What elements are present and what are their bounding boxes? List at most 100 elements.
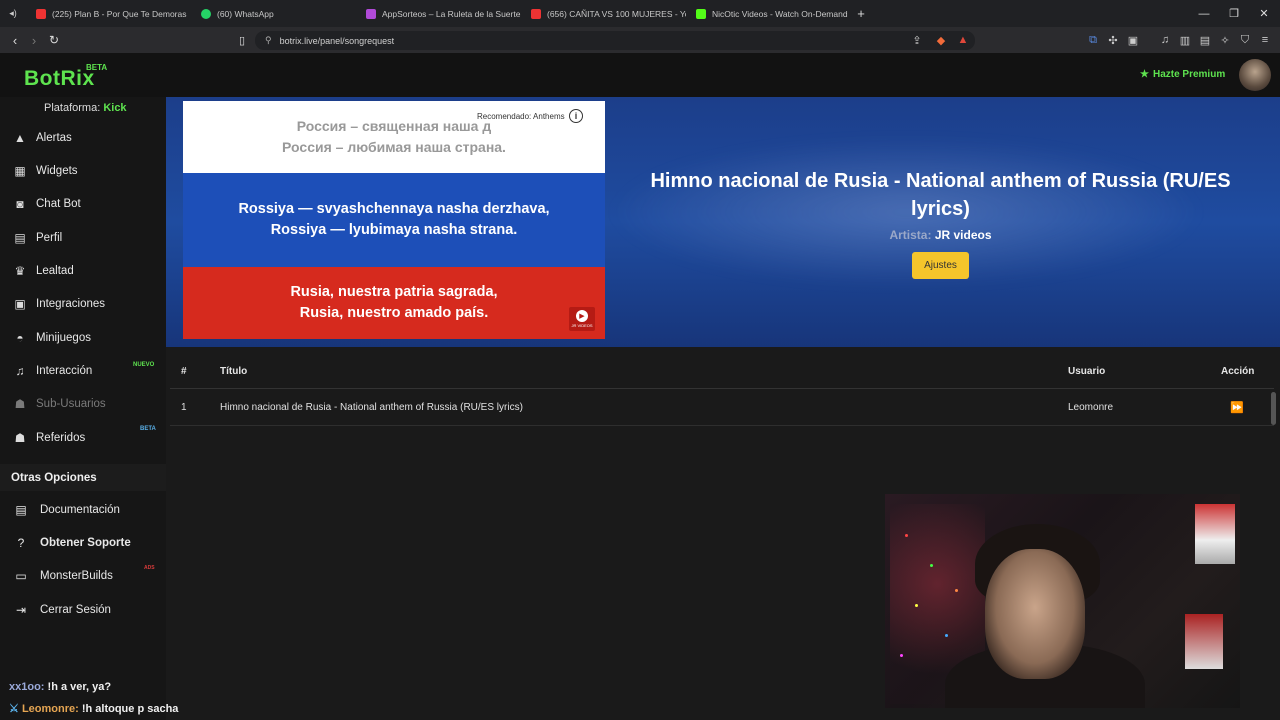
- grid-icon: ▦: [14, 164, 26, 178]
- back-icon[interactable]: ‹: [6, 31, 24, 49]
- column-header-action: Acción: [1221, 366, 1255, 377]
- minimize-icon[interactable]: —: [1188, 0, 1220, 27]
- sidebar-item-documentacion[interactable]: ▤ Documentación: [0, 495, 166, 525]
- url-text: botrix.live/panel/songrequest: [279, 35, 395, 46]
- kick-icon: [696, 8, 706, 19]
- premium-label: Hazte Premium: [1152, 69, 1226, 80]
- sidebar-item-monsterbuilds[interactable]: ▭ MonsterBuilds ADS: [0, 561, 166, 591]
- sidebar-item-label: Referidos: [36, 432, 86, 444]
- artist-label: Artista:: [889, 228, 932, 242]
- browser-tab[interactable]: (225) Plan B - Por Que Te Demoras: [26, 0, 191, 27]
- sidebar: Plataforma: Kick ▲ Alertas ▦ Widgets ◙ C…: [0, 97, 166, 720]
- menu-icon[interactable]: ≡: [1258, 33, 1272, 47]
- tree-light: [930, 564, 933, 567]
- sidebar-item-alertas[interactable]: ▲ Alertas: [0, 123, 166, 153]
- row-user: Leomonre: [1068, 402, 1114, 413]
- sidebar-item-label: Chat Bot: [36, 198, 81, 210]
- tab-label: (60) WhatsApp: [217, 8, 274, 19]
- translate-icon[interactable]: ⧉: [1086, 33, 1100, 47]
- platform-label: Plataforma:: [44, 102, 101, 114]
- sidebar-item-cerrar-sesion[interactable]: ⇥ Cerrar Sesión: [0, 595, 166, 625]
- avatar[interactable]: [1239, 59, 1271, 91]
- reload-icon[interactable]: ↻: [45, 31, 63, 49]
- sidebar-item-referidos[interactable]: ☗ Referidos BETA: [0, 423, 166, 453]
- chat-text: !h altoque p sacha: [81, 703, 179, 715]
- youtube-icon: [531, 8, 541, 19]
- screenshot-icon[interactable]: ▣: [1126, 33, 1140, 47]
- lyrics-line: Rusia, nuestra patria sagrada,: [290, 284, 498, 300]
- tab-label: NicOtic Videos - Watch On-Demand: [712, 8, 848, 19]
- artist-row: Artista: JR videos: [628, 228, 1253, 242]
- channel-watermark: ▶ JR VIDEOS: [569, 307, 595, 331]
- sidebar-item-chat-bot[interactable]: ◙ Chat Bot: [0, 189, 166, 219]
- lyrics-line: Россия – любимая наша страна.: [282, 139, 506, 155]
- header-divider: [170, 388, 1274, 389]
- media-icon[interactable]: ♫: [1158, 33, 1172, 47]
- song-title: Himno nacional de Rusia - National anthe…: [650, 170, 1231, 220]
- robot-icon: ◙: [16, 197, 24, 211]
- wall-poster: [1195, 504, 1235, 564]
- brave-rewards-icon[interactable]: ▲: [956, 33, 970, 47]
- tab-label: AppSorteos – La Ruleta de la Suerte: [382, 8, 521, 19]
- video-player[interactable]: Россия – священная наша д Россия – любим…: [183, 101, 605, 339]
- forward-icon[interactable]: ›: [25, 31, 43, 49]
- share-icon[interactable]: ⇪: [910, 33, 924, 47]
- lyrics-line: Rossiya — lyubimaya nasha strana.: [270, 222, 518, 238]
- url-input[interactable]: ⚲ botrix.live/panel/songrequest: [255, 31, 975, 50]
- browser-tab-active[interactable]: NicOtic Videos - Watch On-Demand: [686, 0, 851, 27]
- sidebar-item-integraciones[interactable]: ▣ Integraciones: [0, 289, 166, 319]
- sidebar-item-minijuegos[interactable]: ◓ Minijuegos: [0, 323, 166, 353]
- sidebar-item-perfil[interactable]: ▤ Perfil: [0, 223, 166, 253]
- user-group-icon: ☗: [14, 431, 26, 445]
- brave-shield-icon[interactable]: ◆: [934, 33, 948, 47]
- settings-button[interactable]: Ajustes: [912, 252, 969, 279]
- vpn-icon[interactable]: ⛉: [1238, 33, 1252, 47]
- address-bar-row: ‹ › ↻ ▯ ⚲ botrix.live/panel/songrequest …: [0, 27, 1280, 53]
- site-info-icon[interactable]: ⚲: [265, 35, 272, 46]
- skip-song-icon[interactable]: ⏩: [1230, 401, 1244, 414]
- browser-tab[interactable]: (656) CAÑITA VS 100 MUJERES - YouTube: [521, 0, 686, 27]
- close-icon[interactable]: ✕: [1248, 0, 1280, 27]
- gamepad-icon: ◓: [16, 331, 24, 345]
- lyrics-line: Rusia, nuestro amado país.: [299, 305, 489, 321]
- sidebar-toggle-icon[interactable]: ▥: [1178, 33, 1192, 47]
- chat-username: Leomonre:: [21, 703, 79, 715]
- appsorteos-icon: [366, 8, 376, 19]
- sidebar-item-widgets[interactable]: ▦ Widgets: [0, 156, 166, 186]
- sidebar-item-label: Documentación: [40, 504, 120, 516]
- row-number: 1: [181, 402, 187, 413]
- sidebar-item-label: Integraciones: [36, 298, 106, 310]
- other-options-heading: Otras Opciones: [0, 464, 166, 491]
- botrix-logo[interactable]: BotRix: [24, 67, 95, 91]
- sidebar-item-obtener-soporte[interactable]: ? Obtener Soporte: [0, 528, 166, 558]
- platform-indicator: Plataforma: Kick: [44, 102, 127, 114]
- tree-light: [955, 589, 958, 592]
- maximize-icon[interactable]: ❐: [1218, 0, 1250, 27]
- scrollbar[interactable]: [1271, 392, 1276, 425]
- tab-audio-button[interactable]: ◂): [0, 0, 26, 27]
- wallet-icon[interactable]: ▤: [1198, 33, 1212, 47]
- column-header-title: Título: [220, 366, 248, 377]
- info-icon[interactable]: i: [569, 109, 583, 123]
- youtube-icon: [36, 8, 46, 19]
- sidebar-item-label: MonsterBuilds: [40, 570, 113, 582]
- channel-watermark-text: JR VIDEOS: [571, 323, 593, 328]
- premium-link[interactable]: ★ Hazte Premium: [1140, 69, 1225, 80]
- browser-tab[interactable]: AppSorteos – La Ruleta de la Suerte: [356, 0, 521, 27]
- new-tab-button[interactable]: +: [851, 0, 871, 27]
- tree-light: [915, 604, 918, 607]
- trophy-icon: ♛: [14, 264, 26, 278]
- webcam-overlay: [885, 494, 1240, 708]
- now-playing-hero: Россия – священная наша д Россия – любим…: [166, 97, 1280, 347]
- sidebar-item-lealtad[interactable]: ♛ Lealtad: [0, 256, 166, 286]
- sidebar-item-label: Obtener Soporte: [40, 537, 131, 549]
- bookmark-icon[interactable]: ▯: [233, 31, 251, 49]
- sword-icon: ⚔: [9, 703, 19, 715]
- beta-badge: BETA: [140, 426, 156, 432]
- users-icon: ☗: [14, 397, 26, 411]
- browser-tab[interactable]: (60) WhatsApp: [191, 0, 356, 27]
- extensions-icon[interactable]: ✣: [1106, 33, 1120, 47]
- sidebar-item-label: Interacción: [36, 365, 93, 377]
- sidebar-item-interaccion[interactable]: ♫ Interacción NUEVO: [0, 356, 166, 386]
- leo-ai-icon[interactable]: ✧: [1218, 33, 1232, 47]
